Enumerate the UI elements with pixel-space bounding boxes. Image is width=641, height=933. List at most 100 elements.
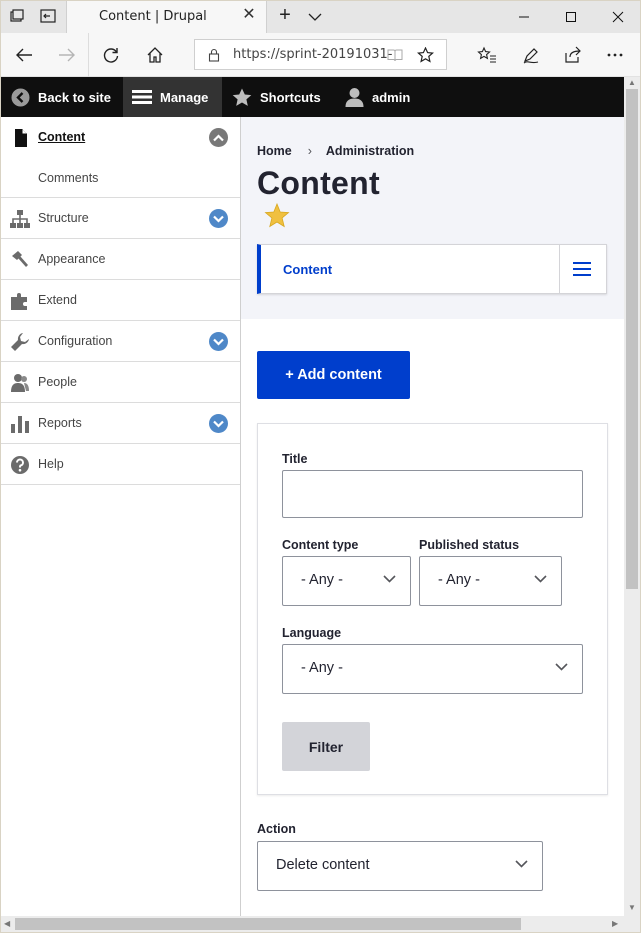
help-icon xyxy=(11,456,29,474)
address-bar[interactable]: https://sprint-20191031- xyxy=(194,39,447,70)
sidebar-item-label: People xyxy=(38,375,77,389)
user-label: admin xyxy=(372,89,411,105)
admin-toolbar: Back to site Manage Shortcuts admin xyxy=(1,77,624,117)
home-icon[interactable] xyxy=(140,41,170,69)
chevron-down-icon xyxy=(534,575,547,583)
file-icon xyxy=(15,129,27,147)
share-icon[interactable] xyxy=(558,41,588,69)
scroll-down-icon[interactable]: ▼ xyxy=(628,904,636,912)
minimize-icon[interactable] xyxy=(500,0,547,33)
sidebar-item-extend[interactable]: Extend xyxy=(1,280,240,321)
scroll-right-icon[interactable]: ▶ xyxy=(612,920,618,928)
sidebar-item-content[interactable]: Content Comments xyxy=(1,117,240,198)
browser-tab-bar: Content | Drupal ✕ + xyxy=(0,0,641,33)
action-label: Action xyxy=(257,822,296,836)
title-label: Title xyxy=(282,452,308,466)
sidebar-item-people[interactable]: People xyxy=(1,362,240,403)
chevron-down-icon xyxy=(555,663,568,671)
sidebar-item-label: Configuration xyxy=(38,334,113,348)
sidebar-item-configuration[interactable]: Configuration xyxy=(1,321,240,362)
vertical-scrollbar[interactable]: ▲ ▼ xyxy=(624,77,640,916)
nav-separator xyxy=(88,33,89,77)
expand-toggle[interactable] xyxy=(209,414,228,433)
brush-icon xyxy=(12,251,28,267)
shortcuts-tab[interactable]: Shortcuts xyxy=(232,77,332,117)
chevron-up-icon xyxy=(213,133,224,141)
sidebar-item-reports[interactable]: Reports xyxy=(1,403,240,444)
back-to-site-link[interactable]: Back to site xyxy=(11,77,123,117)
filter-button[interactable]: Filter xyxy=(282,722,370,771)
collapse-toggle[interactable] xyxy=(209,128,228,147)
action-value: Delete content xyxy=(276,857,370,873)
published-status-label: Published status xyxy=(419,538,520,552)
sitemap-icon xyxy=(10,210,30,228)
puzzle-icon xyxy=(11,293,27,310)
chevron-down-icon[interactable] xyxy=(304,6,326,28)
close-window-icon[interactable] xyxy=(594,0,641,33)
vertical-scroll-thumb[interactable] xyxy=(626,89,638,589)
chevron-down-icon xyxy=(213,215,224,223)
sidebar-item-help[interactable]: Help xyxy=(1,444,240,485)
expand-toggle[interactable] xyxy=(209,209,228,228)
chevron-down-icon xyxy=(213,420,224,428)
user-tab[interactable]: admin xyxy=(345,77,425,117)
browser-nav-bar: https://sprint-20191031- xyxy=(0,33,641,77)
more-icon[interactable] xyxy=(600,41,630,69)
pen-icon[interactable] xyxy=(516,41,546,69)
maximize-icon[interactable] xyxy=(547,0,594,33)
back-arrow-icon[interactable] xyxy=(9,41,39,69)
new-tab-icon[interactable]: + xyxy=(274,5,296,27)
close-tab-icon[interactable]: ✕ xyxy=(240,6,258,24)
shortcut-star-icon[interactable] xyxy=(264,203,290,229)
sidebar-subitem-label: Comments xyxy=(38,171,99,185)
tab-title: Content | Drupal xyxy=(99,9,207,24)
browser-tab[interactable]: Content | Drupal ✕ xyxy=(66,0,267,33)
tabs-menu-icon[interactable] xyxy=(573,261,591,277)
hamburger-icon xyxy=(132,90,152,104)
add-content-button[interactable]: + Add content xyxy=(257,351,410,399)
title-input[interactable] xyxy=(282,470,583,518)
chevron-down-icon xyxy=(515,860,528,868)
refresh-icon[interactable] xyxy=(96,41,126,69)
breadcrumb-administration-link[interactable]: Administration xyxy=(326,144,414,158)
sidebar-subitem-comments[interactable]: Comments xyxy=(1,158,240,198)
breadcrumb-chevron-icon: › xyxy=(307,144,312,158)
language-label: Language xyxy=(282,626,342,640)
sidebar-item-label: Appearance xyxy=(38,252,106,266)
manage-label: Manage xyxy=(160,89,209,105)
forward-arrow-icon[interactable] xyxy=(52,41,82,69)
horizontal-scroll-thumb[interactable] xyxy=(15,918,521,930)
tab-manager-icon[interactable] xyxy=(4,4,30,28)
reading-view-icon[interactable] xyxy=(387,48,403,62)
address-url: https://sprint-20191031- xyxy=(233,47,393,62)
tab-content[interactable]: Content xyxy=(283,262,332,277)
filter-form: Title Content type - Any - Published sta… xyxy=(257,423,608,795)
sidebar-item-appearance[interactable]: Appearance xyxy=(1,239,240,280)
published-status-value: - Any - xyxy=(438,572,480,588)
sidebar-item-structure[interactable]: Structure xyxy=(1,198,240,239)
set-aside-tabs-icon[interactable] xyxy=(35,4,61,28)
favorites-hub-icon[interactable] xyxy=(472,41,502,69)
action-select[interactable]: Delete content xyxy=(257,841,543,891)
back-to-site-label: Back to site xyxy=(38,89,111,105)
lock-icon xyxy=(208,48,220,62)
admin-sidebar-tray: Content Comments Structure Appearance Ex… xyxy=(1,117,241,917)
primary-tabs: Content xyxy=(257,244,607,294)
manage-tab[interactable]: Manage xyxy=(123,77,222,117)
sidebar-item-label: Reports xyxy=(38,416,82,430)
chevron-down-icon xyxy=(383,575,396,583)
scroll-left-icon[interactable]: ◀ xyxy=(4,920,10,928)
sidebar-item-label: Extend xyxy=(38,293,77,307)
main-content: Home › Administration Content Content + Ad… xyxy=(241,117,624,917)
published-status-select[interactable]: - Any - xyxy=(419,556,562,606)
language-select[interactable]: - Any - xyxy=(282,644,583,694)
shortcuts-label: Shortcuts xyxy=(260,89,321,105)
scroll-up-icon[interactable]: ▲ xyxy=(628,79,636,87)
horizontal-scrollbar[interactable]: ◀ ▶ xyxy=(1,916,624,932)
favorite-star-icon[interactable] xyxy=(417,47,434,63)
content-type-select[interactable]: - Any - xyxy=(282,556,411,606)
expand-toggle[interactable] xyxy=(209,332,228,351)
people-icon xyxy=(11,374,29,392)
sidebar-item-label: Content xyxy=(38,130,86,144)
breadcrumb-home-link[interactable]: Home xyxy=(257,144,292,158)
